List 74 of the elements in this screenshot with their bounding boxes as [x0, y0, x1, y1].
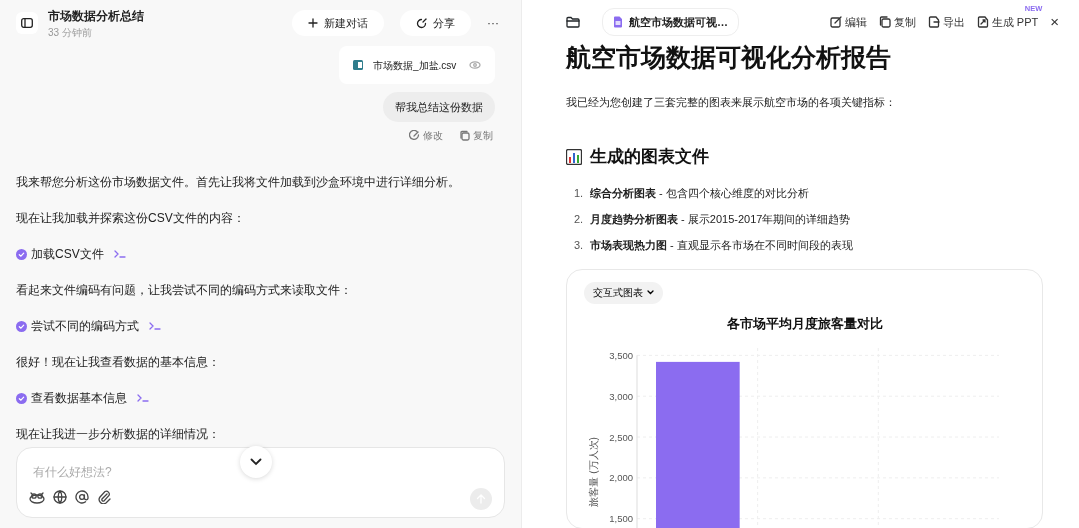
ppt-button[interactable]: 生成 PPT: [976, 13, 1039, 31]
share-button[interactable]: 分享: [400, 10, 471, 36]
sidebar-icon: [21, 18, 33, 28]
share-icon: [416, 17, 427, 29]
globe-button[interactable]: [53, 490, 67, 504]
spreadsheet-file-icon: [353, 59, 363, 71]
message-text: 很好！现在让我查看数据的基本信息：: [16, 354, 221, 371]
y-tick-label: 3,000: [609, 390, 633, 402]
chart-type-dropdown[interactable]: 交互式图表: [584, 281, 663, 304]
list-number: 3.: [574, 237, 585, 253]
list-item-text: 月度趋势分析图表 - 展示2015-2017年期间的详细趋势: [590, 211, 851, 227]
check-circle-icon: [16, 248, 27, 260]
document-tab[interactable]: 航空市场数据可视…: [602, 8, 739, 36]
document-heading: 航空市场数据可视化分析报告: [566, 42, 892, 72]
file-name: 市场数据_加盐.csv: [373, 58, 457, 73]
edit-button[interactable]: 编辑: [829, 13, 867, 31]
step-label: 尝试不同的编码方式: [31, 318, 139, 335]
y-tick-label: 1,500: [609, 513, 633, 525]
section-heading: 生成的图表文件: [590, 146, 709, 167]
terminal-icon: [149, 322, 161, 330]
globe-icon: [53, 490, 67, 504]
copy-button[interactable]: 复制: [459, 128, 493, 143]
new-chat-button[interactable]: 新建对话: [292, 10, 384, 36]
chart-title: 各市场平均月度旅客量对比: [727, 315, 883, 331]
attachment-card[interactable]: 市场数据_加盐.csv: [339, 46, 495, 84]
list-number: 2.: [574, 211, 585, 227]
y-tick-label: 3,500: [609, 349, 633, 361]
y-tick-label: 2,000: [609, 472, 633, 484]
message-input[interactable]: 有什么好想法?: [31, 462, 331, 482]
edit-button[interactable]: 修改: [409, 128, 443, 143]
plus-icon: [308, 18, 318, 28]
step-label: 查看数据基本信息: [31, 390, 127, 407]
y-axis-label: 旅客量 (万人次): [588, 437, 599, 507]
message-text: 我来帮您分析这份市场数据文件。首先让我将文件加载到沙盒环境中进行详细分析。: [16, 174, 461, 191]
mascot-icon: [29, 490, 45, 504]
folder-icon: [566, 16, 580, 28]
check-circle-icon: [16, 392, 27, 404]
paperclip-icon: [97, 490, 111, 504]
copy-button[interactable]: 复制: [878, 13, 916, 31]
export-icon: [927, 16, 940, 28]
message-text: 现在让我进一步分析数据的详细情况：: [16, 426, 221, 443]
terminal-icon: [113, 250, 126, 258]
user-message-bubble: 帮我总结这份数据: [383, 92, 495, 122]
message-text: 看起来文件编码有问题，让我尝试不同的编码方式来读取文件：: [16, 282, 353, 299]
edit-icon: [829, 16, 842, 28]
close-button[interactable]: ×: [1050, 10, 1059, 34]
chat-title: 市场数据分析总结: [48, 7, 145, 25]
sidebar-toggle-button[interactable]: [16, 12, 38, 34]
intro-paragraph: 我已经为您创建了三套完整的图表来展示航空市场的各项关键指标：: [566, 95, 897, 110]
copy-icon: [459, 130, 470, 141]
list-item-text: 综合分析图表 - 包含四个核心维度的对比分析: [590, 185, 809, 201]
chevron-down-icon: [647, 290, 654, 296]
list-item-text: 市场表现热力图 - 直观显示各市场在不同时间段的表现: [590, 237, 853, 253]
chevron-down-icon: [250, 458, 262, 466]
eye-icon: [469, 61, 481, 69]
copy-icon: [878, 16, 891, 28]
mascot-button[interactable]: [29, 490, 45, 504]
mention-button[interactable]: [75, 490, 89, 504]
terminal-icon: [137, 394, 149, 402]
step-label: 加载CSV文件: [31, 246, 104, 263]
folder-button[interactable]: [566, 16, 580, 28]
ppt-icon: [976, 16, 989, 28]
export-button[interactable]: 导出: [927, 13, 965, 31]
mention-icon: [75, 490, 89, 504]
check-circle-icon: [16, 320, 27, 332]
y-tick-label: 2,500: [609, 431, 633, 443]
bar-chart-icon: [566, 148, 582, 165]
list-number: 1.: [574, 185, 585, 201]
timestamp: 33 分钟前: [48, 25, 93, 40]
edit-icon: [409, 130, 420, 141]
message-text: 现在让我加载并探索这份CSV文件的内容：: [16, 210, 246, 227]
more-button[interactable]: ···: [487, 14, 499, 32]
document-icon: [613, 16, 623, 28]
paperclip-button[interactable]: [97, 490, 111, 504]
